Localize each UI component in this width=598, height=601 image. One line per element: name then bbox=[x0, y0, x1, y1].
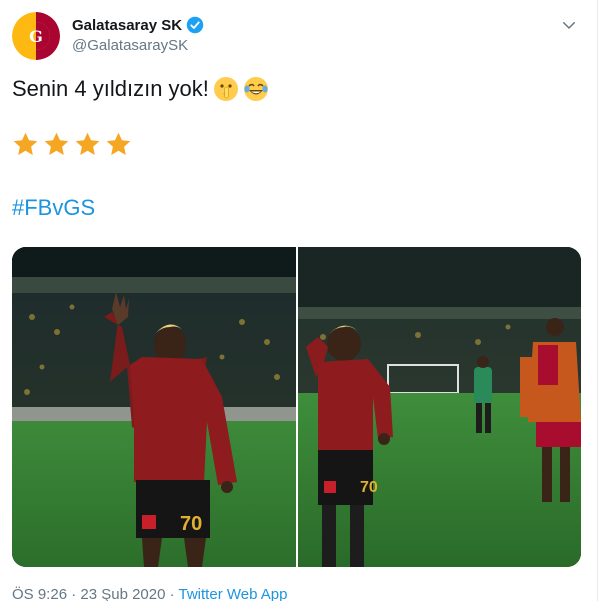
tears-of-joy-face-icon bbox=[243, 77, 268, 101]
star-icon bbox=[106, 132, 131, 155]
svg-text:70: 70 bbox=[360, 479, 378, 496]
photo-2[interactable]: 70 bbox=[298, 247, 581, 567]
player-celebration-photo: 70 bbox=[298, 247, 581, 567]
tweet-timestamp[interactable]: ÖS 9:26 · 23 Şub 2020 · bbox=[12, 586, 175, 601]
shushing-face-icon bbox=[213, 77, 238, 101]
galatasaray-logo-icon: G bbox=[12, 12, 60, 60]
author-avatar[interactable]: G bbox=[12, 12, 60, 60]
author-handle[interactable]: @GalatasaraySK bbox=[72, 37, 188, 54]
verified-badge-icon bbox=[186, 16, 204, 34]
photo-1[interactable]: 70 bbox=[12, 247, 296, 567]
tweet-source[interactable]: Twitter Web App bbox=[179, 586, 288, 601]
hashtag-link[interactable]: #FBvGS bbox=[12, 195, 95, 221]
chevron-down-icon[interactable] bbox=[560, 16, 578, 34]
star-icon bbox=[75, 132, 100, 155]
star-icon bbox=[44, 132, 69, 155]
star-icon bbox=[13, 132, 38, 155]
player-four-fingers-photo: 70 bbox=[12, 247, 296, 567]
tweet-media: 70 70 bbox=[12, 247, 581, 567]
tweet-text-row: Senin 4 yıldızın yok! bbox=[12, 76, 269, 102]
author-name-row: Galatasaray SK bbox=[72, 16, 204, 34]
svg-text:G: G bbox=[29, 27, 43, 46]
tweet-card: G Galatasaray SK @GalatasaraySK Senin 4 … bbox=[0, 0, 598, 601]
tweet-meta: ÖS 9:26 · 23 Şub 2020 · Twitter Web App bbox=[12, 586, 287, 601]
tweet-text: Senin 4 yıldızın yok! bbox=[12, 76, 209, 101]
svg-text:70: 70 bbox=[180, 513, 202, 535]
stars-row bbox=[12, 131, 132, 158]
author-name[interactable]: Galatasaray SK bbox=[72, 17, 182, 34]
